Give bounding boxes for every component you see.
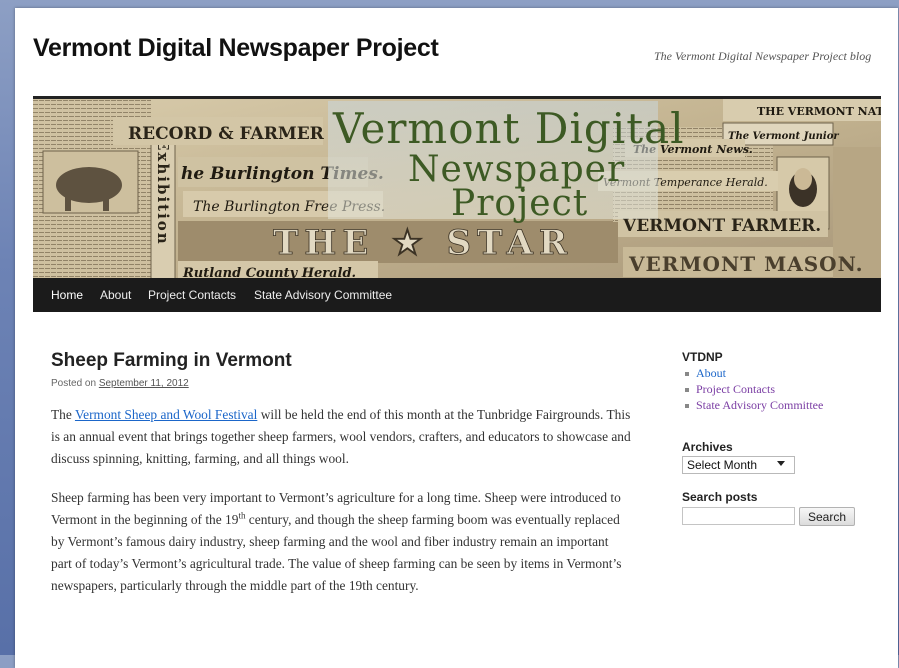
nav-project-contacts[interactable]: Project Contacts [148,288,236,302]
widget-title-search: Search posts [682,490,758,504]
nav-about[interactable]: About [100,288,131,302]
sidebar-item-state-advisory: State Advisory Committee [682,397,872,413]
sidebar-link-project-contacts[interactable]: Project Contacts [696,382,775,396]
header-banner[interactable]: Exhibition RECORD & FARMER he Burlington… [33,96,881,281]
festival-link[interactable]: Vermont Sheep and Wool Festival [75,407,257,422]
post-date-link[interactable]: September 11, 2012 [99,378,189,389]
archives-select-value: Select Month [687,458,758,472]
banner-collage: Exhibition RECORD & FARMER he Burlington… [33,99,881,281]
sidebar-item-about: About [682,365,872,381]
sidebar-link-about[interactable]: About [696,366,726,380]
banner-exhibition: Exhibition [154,139,172,246]
widget-title-vtdnp: VTDNP [682,350,723,364]
sidebar-link-state-advisory[interactable]: State Advisory Committee [696,398,823,412]
post-paragraph-1: The Vermont Sheep and Wool Festival will… [51,404,631,470]
site-description: The Vermont Digital Newspaper Project bl… [654,49,872,63]
banner-record-farmer: RECORD & FARMER [128,124,325,144]
nav-state-advisory-committee[interactable]: State Advisory Committee [254,288,392,302]
posted-on-label: Posted on [51,378,97,389]
widget-title-archives: Archives [682,440,733,454]
search-button[interactable]: Search [799,507,855,526]
banner-title-line3: Project [451,183,588,224]
nav-home[interactable]: Home [51,288,83,302]
chevron-down-icon [777,461,785,466]
page-container: Vermont Digital Newspaper Project The Ve… [15,8,898,668]
site-title[interactable]: Vermont Digital Newspaper Project [33,34,439,63]
sidebar: VTDNP About Project Contacts State Advis… [682,350,872,526]
main-navigation: Home About Project Contacts State Adviso… [33,278,881,312]
banner-title-line1: Vermont Digital [332,104,685,153]
post-title[interactable]: Sheep Farming in Vermont [51,350,292,372]
sidebar-item-project-contacts: Project Contacts [682,381,872,397]
search-input[interactable] [682,507,795,525]
post-paragraph-2: Sheep farming has been very important to… [51,487,631,597]
banner-star: THE ★ STAR [273,223,573,263]
banner-vermont-mason: VERMONT MASON. [628,252,864,276]
post-meta: Posted on September 11, 2012 [51,378,189,389]
p1-text-before: The [51,407,75,422]
banner-vermont-national: THE VERMONT NATIONAL [757,105,881,118]
post-content: The Vermont Sheep and Wool Festival will… [51,404,631,614]
archives-select[interactable]: Select Month [682,456,795,474]
vtdnp-links: About Project Contacts State Advisory Co… [682,365,872,413]
